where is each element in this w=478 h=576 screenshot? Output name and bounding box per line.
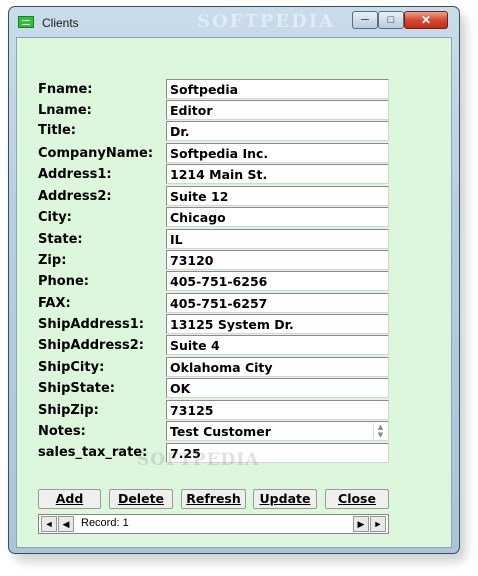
label-title: Title: bbox=[38, 123, 77, 138]
phone-field[interactable]: 405-751-6256 bbox=[166, 271, 389, 291]
notes-scrollbar[interactable]: ▲ ▼ bbox=[373, 423, 387, 439]
shipcity-field[interactable]: Oklahoma City bbox=[166, 357, 389, 377]
address1-field[interactable]: 1214 Main St. bbox=[166, 164, 389, 184]
shipzip-field[interactable]: 73125 bbox=[166, 400, 389, 420]
label-shipaddress2: ShipAddress2: bbox=[38, 338, 144, 353]
update-button[interactable]: Update bbox=[253, 489, 317, 509]
label-state: State: bbox=[38, 232, 83, 247]
record-indicator: Record: 1 bbox=[81, 517, 129, 529]
previous-record-icon: ◀ bbox=[62, 519, 70, 529]
window-title: Clients bbox=[42, 16, 79, 30]
notes-field[interactable]: Test Customer ▲ ▼ bbox=[166, 421, 389, 441]
last-record-icon: ► bbox=[373, 519, 383, 529]
label-shipcity: ShipCity: bbox=[38, 360, 105, 375]
minimize-button[interactable]: ─ bbox=[352, 11, 378, 29]
zip-field[interactable]: 73120 bbox=[166, 250, 389, 270]
label-lname: Lname: bbox=[38, 103, 92, 118]
record-navigator: ◄ ◀ Record: 1 ▶ ► bbox=[38, 514, 389, 534]
address2-field[interactable]: Suite 12 bbox=[166, 186, 389, 206]
softpedia-ghost-watermark: SOFTPEDIA bbox=[137, 450, 260, 470]
label-fax: FAX: bbox=[38, 296, 71, 311]
first-record-icon: ◄ bbox=[44, 519, 54, 529]
city-field[interactable]: Chicago bbox=[166, 207, 389, 227]
softpedia-watermark: SOFTPEDIA bbox=[197, 11, 336, 32]
close-button[interactable]: Close bbox=[325, 489, 389, 509]
next-record-button[interactable]: ▶ bbox=[353, 516, 369, 532]
fname-field[interactable]: Softpedia bbox=[166, 79, 389, 99]
label-notes: Notes: bbox=[38, 424, 86, 439]
companyname-field[interactable]: Softpedia Inc. bbox=[166, 143, 389, 163]
shipaddress1-field[interactable]: 13125 System Dr. bbox=[166, 314, 389, 334]
close-window-button[interactable]: ✕ bbox=[404, 11, 448, 29]
state-field[interactable]: IL bbox=[166, 229, 389, 249]
label-shipzip: ShipZip: bbox=[38, 403, 99, 418]
lname-field[interactable]: Editor bbox=[166, 100, 389, 120]
delete-button[interactable]: Delete bbox=[109, 489, 173, 509]
clients-window: Clients SOFTPEDIA ─ □ ✕ Fname: Softpedia… bbox=[8, 6, 460, 554]
next-record-icon: ▶ bbox=[357, 519, 365, 529]
label-fname: Fname: bbox=[38, 82, 93, 97]
maximize-button[interactable]: □ bbox=[378, 11, 404, 29]
close-icon: ✕ bbox=[420, 13, 432, 27]
maximize-icon: □ bbox=[387, 14, 395, 26]
notes-text: Test Customer bbox=[170, 424, 271, 439]
title-bar[interactable]: Clients SOFTPEDIA ─ □ ✕ bbox=[9, 7, 459, 33]
shipstate-field[interactable]: OK bbox=[166, 378, 389, 398]
label-sales-tax-rate: sales_tax_rate: bbox=[38, 445, 148, 460]
previous-record-button[interactable]: ◀ bbox=[58, 516, 74, 532]
title-field[interactable]: Dr. bbox=[166, 121, 389, 141]
app-icon bbox=[18, 16, 34, 28]
label-zip: Zip: bbox=[38, 253, 67, 268]
label-address1: Address1: bbox=[38, 167, 112, 182]
add-button[interactable]: Add bbox=[38, 489, 101, 509]
label-shipstate: ShipState: bbox=[38, 381, 115, 396]
form-area: Fname: Softpedia Lname: Editor Title: Dr… bbox=[16, 37, 452, 548]
last-record-button[interactable]: ► bbox=[370, 516, 386, 532]
label-phone: Phone: bbox=[38, 274, 89, 289]
label-city: City: bbox=[38, 210, 72, 225]
label-companyname: CompanyName: bbox=[38, 146, 154, 161]
label-shipaddress1: ShipAddress1: bbox=[38, 317, 144, 332]
label-address2: Address2: bbox=[38, 189, 112, 204]
fax-field[interactable]: 405-751-6257 bbox=[166, 293, 389, 313]
refresh-button[interactable]: Refresh bbox=[181, 489, 246, 509]
shipaddress2-field[interactable]: Suite 4 bbox=[166, 335, 389, 355]
first-record-button[interactable]: ◄ bbox=[41, 516, 57, 532]
minimize-icon: ─ bbox=[361, 14, 369, 26]
